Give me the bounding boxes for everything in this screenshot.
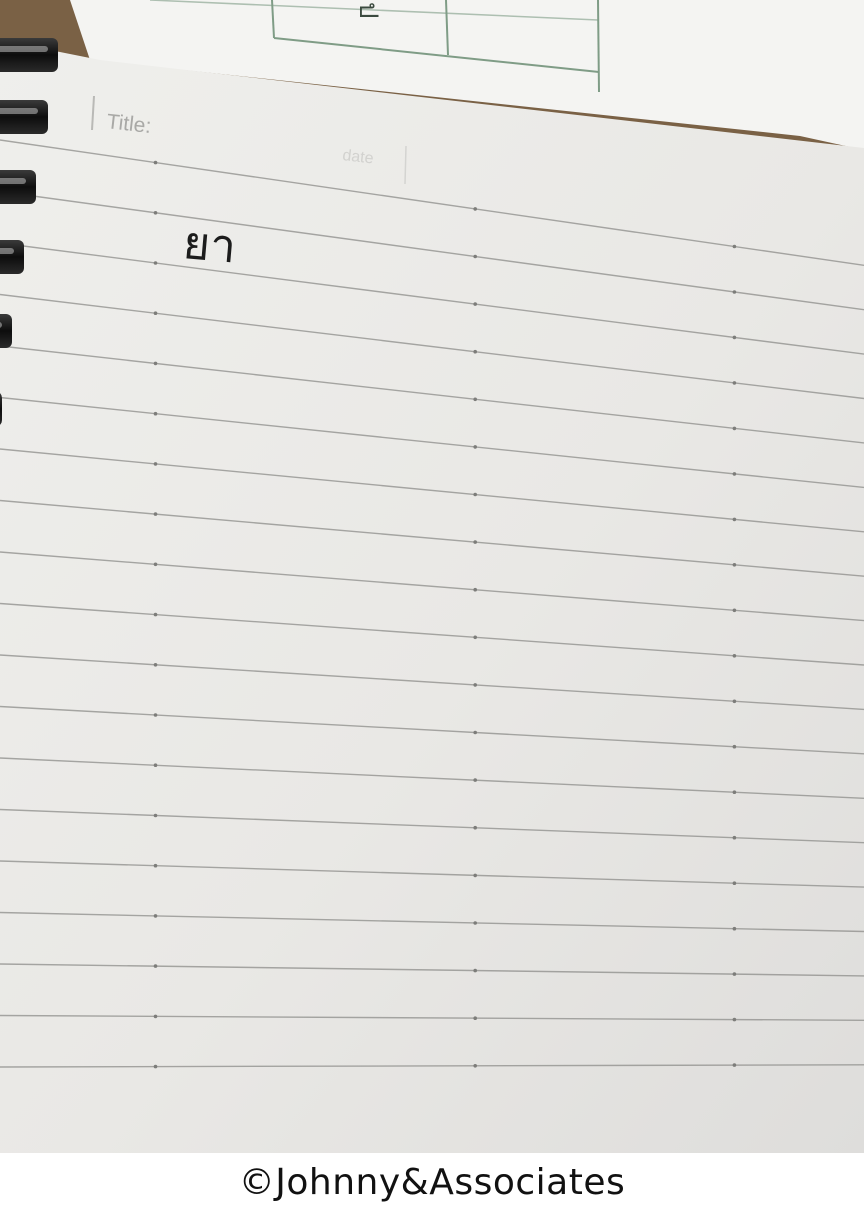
copyright-caption: ©Johnny&Associates	[238, 1162, 626, 1203]
ruled-line-dot	[153, 813, 158, 818]
ruled-line-dot	[153, 462, 158, 466]
ruled-line-dot	[153, 411, 158, 416]
ruled-line-dot	[732, 881, 737, 885]
ruled-line-dot	[473, 540, 478, 544]
spiral-ring	[0, 393, 2, 425]
spiral-ring	[0, 314, 12, 348]
ruled-line-dot	[732, 335, 737, 340]
spiral-ring	[0, 100, 48, 134]
notebook-page	[0, 40, 864, 1153]
ruled-line-dot	[473, 207, 478, 211]
ruled-line-dot	[732, 926, 737, 931]
ruled-line-dot	[153, 612, 158, 617]
back-sheet-glyph: ป	[353, 2, 383, 19]
ruled-line-dot	[732, 790, 737, 794]
spiral-ring	[0, 240, 24, 274]
ruled-line-dot	[732, 244, 737, 249]
notebook-scene: ป Title: date ยา	[0, 0, 864, 1153]
spiral-ring	[0, 170, 36, 204]
ruled-line-dot	[473, 683, 478, 687]
ruled-line-dot	[153, 512, 158, 516]
ruled-line-dot	[473, 1016, 478, 1020]
ruled-line-dot	[732, 517, 737, 522]
ruled-line-dot	[473, 1064, 478, 1068]
ruled-line-dot	[732, 1063, 737, 1067]
ruled-line-dot	[153, 160, 158, 165]
ruled-line-dot	[473, 730, 478, 735]
ruled-line-dot	[473, 778, 478, 782]
spiral-ring-highlight	[0, 46, 48, 52]
ruled-line-dot	[732, 563, 737, 567]
caption-bar: ©Johnny&Associates	[0, 1153, 864, 1213]
spiral-ring-highlight	[0, 178, 26, 184]
ruled-line-dot	[732, 608, 737, 613]
ruled-line-dot	[473, 445, 478, 449]
handwritten-word: ยา	[181, 215, 238, 273]
date-divider	[404, 145, 407, 185]
ruled-line-dot	[473, 302, 478, 306]
ruled-line-dot	[473, 254, 478, 259]
ruled-line-dot	[153, 914, 158, 918]
ruled-line-dot	[153, 663, 158, 667]
ruled-line-dot	[153, 763, 158, 767]
ruled-line-dot	[473, 492, 478, 497]
ruled-line-dot	[732, 654, 737, 658]
ruled-line-dot	[473, 921, 478, 925]
ruled-line-dot	[732, 1017, 737, 1022]
ruled-line-dot	[732, 290, 737, 294]
ruled-line-dot	[732, 744, 737, 749]
ruled-line-dot	[732, 381, 737, 385]
ruled-line-dot	[732, 972, 737, 976]
ruled-line-dot	[732, 472, 737, 476]
spiral-ring-highlight	[0, 108, 38, 114]
ruled-line-dot	[473, 968, 478, 973]
ruled-line-dot	[473, 635, 478, 640]
date-label: date	[342, 147, 375, 167]
ruled-line-dot	[153, 311, 158, 316]
ruled-line-dot	[153, 261, 158, 265]
ruled-line-dot	[153, 1014, 158, 1019]
ruled-line-dot	[153, 1064, 158, 1069]
ruled-line-dot	[473, 587, 478, 592]
ruled-line-dot	[473, 397, 478, 402]
ruled-line-dot	[732, 835, 737, 840]
ruled-line-dot	[473, 825, 478, 830]
ruled-line-dot	[153, 562, 158, 567]
ruled-line-dot	[732, 426, 737, 431]
ruled-line-dot	[153, 863, 158, 868]
notebook-photo: ป Title: date ยา	[0, 0, 864, 1153]
spiral-ring	[0, 38, 58, 72]
spiral-ring-highlight	[0, 248, 14, 254]
ruled-line-dot	[473, 873, 478, 878]
ruled-line-dot	[153, 713, 158, 717]
ruled-line-dot	[153, 964, 158, 968]
ruled-line-dot	[153, 211, 158, 215]
ruled-line-dot	[153, 361, 158, 366]
ruled-line-dot	[473, 349, 478, 354]
ruled-line-dot	[732, 699, 737, 704]
